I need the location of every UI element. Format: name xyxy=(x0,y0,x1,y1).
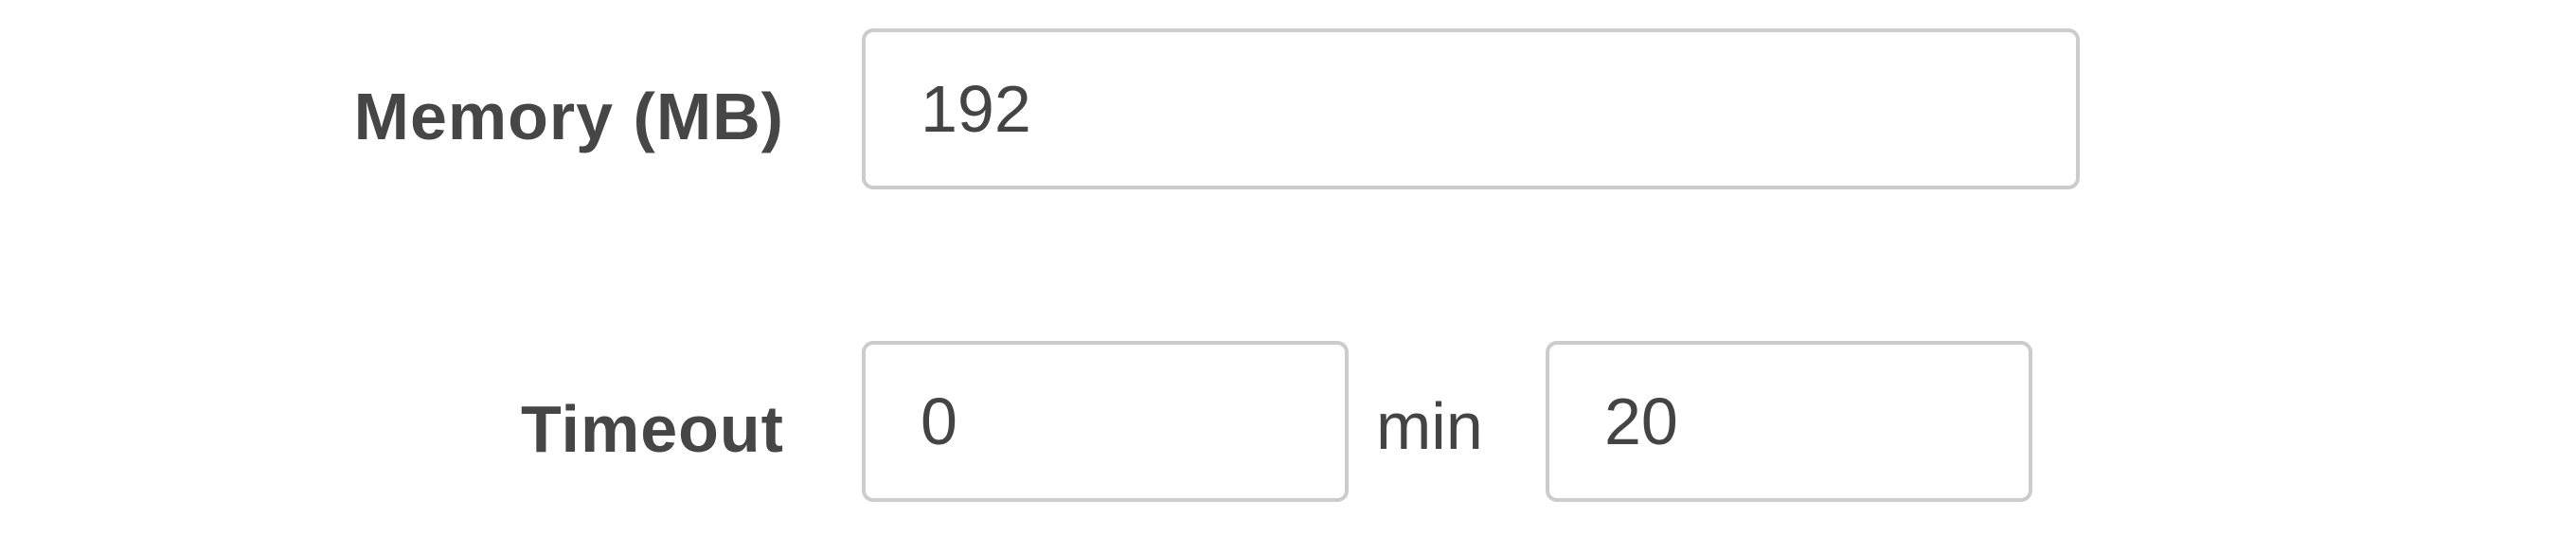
memory-label: Memory (MB) xyxy=(353,80,784,153)
timeout-minutes-input[interactable]: 0 xyxy=(862,341,1349,502)
memory-input[interactable]: 192 xyxy=(862,28,2080,189)
timeout-minutes-unit: min xyxy=(1376,389,1483,463)
memory-input-value: 192 xyxy=(921,72,1031,146)
timeout-minutes-value: 0 xyxy=(921,384,957,458)
timeout-label: Timeout xyxy=(521,392,784,466)
timeout-seconds-input[interactable]: 20 xyxy=(1546,341,2032,502)
timeout-seconds-value: 20 xyxy=(1604,384,1678,458)
